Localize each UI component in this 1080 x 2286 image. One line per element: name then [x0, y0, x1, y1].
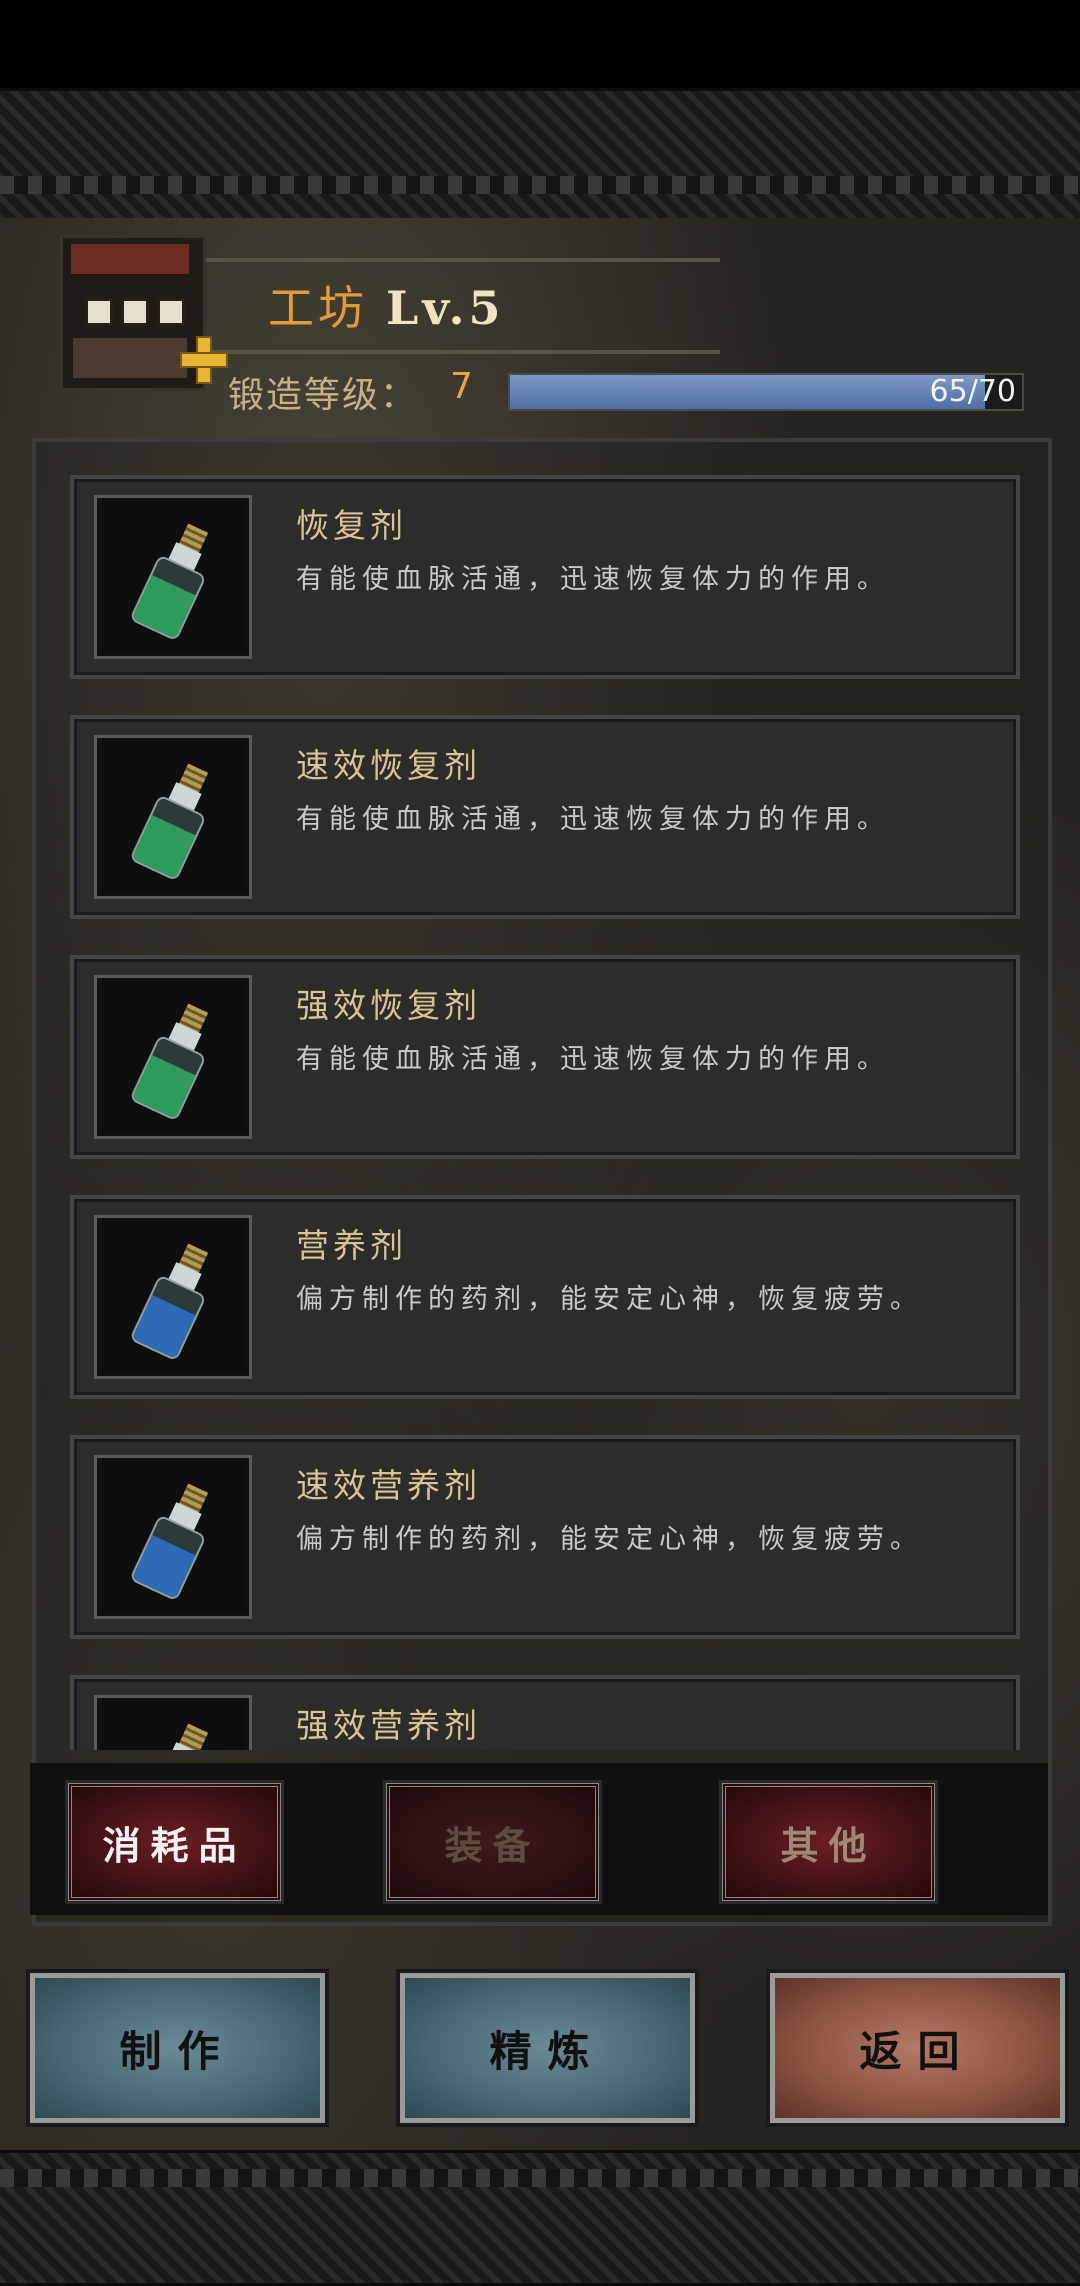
- recipe-list[interactable]: 恢复剂 有能使血脉活通，迅速恢复体力的作用。 速效恢复剂 有能使血脉活通，迅速恢…: [70, 475, 1020, 1750]
- recipe-description: 有能使血脉活通，迅速恢复体力的作用。: [296, 564, 890, 595]
- tab-consumables[interactable]: 消耗品: [65, 1780, 284, 1904]
- tab-other[interactable]: 其他: [719, 1780, 938, 1904]
- recipe-description: 偏方制作的药剂，能安定心神，恢复疲劳。: [296, 1284, 923, 1315]
- recipe-item[interactable]: 速效营养剂 偏方制作的药剂，能安定心神，恢复疲劳。: [70, 1435, 1020, 1639]
- make-button[interactable]: 制作: [26, 1969, 329, 2127]
- progress-text: 65/70: [929, 374, 1016, 409]
- progress-fill: [510, 375, 986, 409]
- recipe-name: 恢复剂: [296, 506, 407, 545]
- recipe-item[interactable]: 营养剂 偏方制作的药剂，能安定心神，恢复疲劳。: [70, 1195, 1020, 1399]
- recipe-item[interactable]: 恢复剂 有能使血脉活通，迅速恢复体力的作用。: [70, 475, 1020, 679]
- recipe-item[interactable]: 强效营养剂: [70, 1675, 1020, 1750]
- potion-bottle-icon: [126, 516, 223, 642]
- forge-exp-progress-bar: 65/70: [508, 373, 1024, 411]
- recipe-item[interactable]: 速效恢复剂 有能使血脉活通，迅速恢复体力的作用。: [70, 715, 1020, 919]
- recipe-name: 速效恢复剂: [296, 746, 481, 785]
- recipe-name: 强效恢复剂: [296, 986, 481, 1025]
- recipe-description: 有能使血脉活通，迅速恢复体力的作用。: [296, 1044, 890, 1075]
- top-border-band: [0, 88, 1080, 224]
- recipe-name: 强效营养剂: [296, 1706, 481, 1745]
- workshop-title: 工坊: [268, 281, 368, 335]
- forge-level-value: 7: [450, 366, 473, 407]
- workshop-level: Lv.5: [386, 281, 505, 335]
- recipe-item[interactable]: 强效恢复剂 有能使血脉活通，迅速恢复体力的作用。: [70, 955, 1020, 1159]
- upgrade-plus-icon[interactable]: [180, 336, 228, 384]
- forge-level-label: 锻造等级：: [228, 375, 419, 416]
- bottom-border-band: [0, 2150, 1080, 2286]
- status-bar: [0, 0, 1080, 88]
- recipe-description: 偏方制作的药剂，能安定心神，恢复疲劳。: [296, 1524, 923, 1555]
- potion-thumbnail: [94, 1455, 252, 1619]
- potion-thumbnail: [94, 975, 252, 1139]
- back-button[interactable]: 返回: [766, 1969, 1069, 2127]
- recipe-name: 营养剂: [296, 1226, 407, 1265]
- potion-bottle-icon: [126, 756, 223, 882]
- potion-thumbnail: [94, 1695, 252, 1750]
- page-title: 工坊 Lv.5: [268, 272, 504, 338]
- potion-thumbnail: [94, 1215, 252, 1379]
- recipe-name: 速效营养剂: [296, 1466, 481, 1505]
- category-tab-bar: 消耗品 装备 其他: [30, 1763, 1048, 1915]
- potion-thumbnail: [94, 735, 252, 899]
- potion-bottle-icon: [126, 1236, 223, 1362]
- refine-button[interactable]: 精炼: [396, 1969, 699, 2127]
- potion-bottle-icon: [126, 1476, 223, 1602]
- potion-thumbnail: [94, 495, 252, 659]
- potion-bottle-icon: [126, 1716, 223, 1750]
- header-divider-top: [140, 258, 720, 262]
- recipe-description: 有能使血脉活通，迅速恢复体力的作用。: [296, 804, 890, 835]
- potion-bottle-icon: [126, 996, 223, 1122]
- tab-equipment[interactable]: 装备: [383, 1780, 602, 1904]
